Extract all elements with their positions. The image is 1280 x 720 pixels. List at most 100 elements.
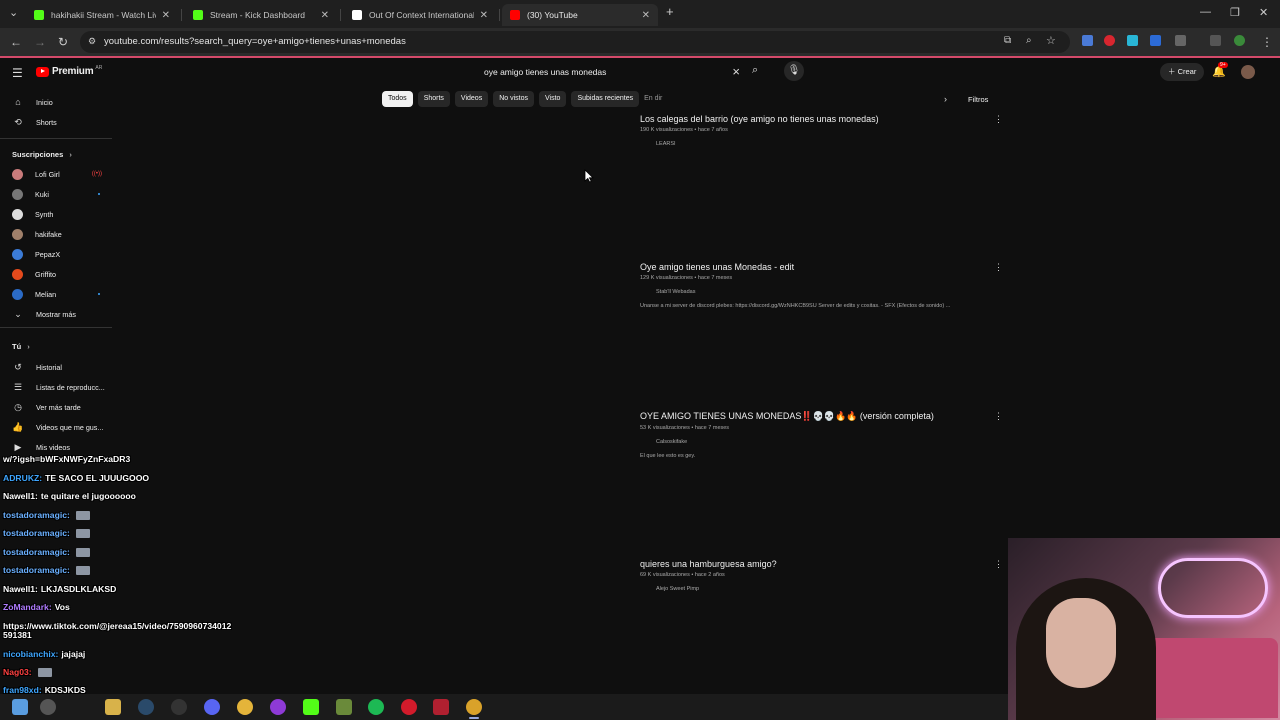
tab-close-icon[interactable]: ✕ <box>480 10 488 21</box>
maximize-icon[interactable]: ❐ <box>1230 6 1240 19</box>
address-bar[interactable]: ⚙ youtube.com/results?search_query=oye+a… <box>80 31 1070 53</box>
start-icon[interactable] <box>12 699 28 715</box>
sidebar-item-you[interactable]: ◷ Ver más tarde <box>0 397 112 417</box>
voicemeeter-icon[interactable] <box>433 699 449 715</box>
chrome-active-icon[interactable] <box>466 699 482 715</box>
site-info-icon[interactable]: ⚙ <box>88 36 96 47</box>
show-more-button[interactable]: ⌄ Mostrar más <box>0 304 112 324</box>
sidebar-subscription-item[interactable]: hakifake <box>0 224 112 244</box>
sidebar-subscription-item[interactable]: Kuki <box>0 184 112 204</box>
sidebar-item-you[interactable]: 👍 Videos que me gus... <box>0 417 112 437</box>
extension-record-icon[interactable] <box>1104 35 1115 46</box>
kick-icon[interactable] <box>303 699 319 715</box>
zoom-icon[interactable]: ⌕ <box>1026 35 1032 46</box>
tab-search-icon[interactable]: ⌄ <box>9 6 18 19</box>
more-actions-icon[interactable]: ⋮ <box>994 559 1003 570</box>
sidebar-item-you[interactable]: ☰ Listas de reproducc... <box>0 377 112 397</box>
more-actions-icon[interactable]: ⋮ <box>994 114 1003 125</box>
microphone-icon[interactable]: 🎙 <box>784 61 804 81</box>
filter-chip[interactable]: Videos <box>454 91 489 107</box>
browser-menu-icon[interactable]: ⋮ <box>1261 35 1273 49</box>
filter-chip[interactable]: No vistos <box>493 91 534 107</box>
tab-close-icon[interactable]: ✕ <box>162 10 170 21</box>
sidebar-subscription-item[interactable]: Griffito <box>0 264 112 284</box>
you-header[interactable]: Tú › <box>12 342 30 351</box>
sidepanel-icon[interactable] <box>1210 35 1221 46</box>
tab-close-icon[interactable]: ✕ <box>321 10 329 21</box>
discord-icon[interactable] <box>204 699 220 715</box>
spotify-icon[interactable] <box>368 699 384 715</box>
file-explorer-icon[interactable] <box>105 699 121 715</box>
account-avatar[interactable] <box>1241 65 1255 79</box>
more-actions-icon[interactable]: ⋮ <box>994 262 1003 273</box>
minecraft-icon[interactable] <box>336 699 352 715</box>
obs-icon[interactable] <box>171 699 187 715</box>
filter-chip[interactable]: Todos <box>382 91 413 107</box>
back-icon[interactable]: ← <box>10 35 22 49</box>
video-result[interactable]: Los calegas del barrio (oye amigo no tie… <box>640 114 1003 147</box>
close-window-icon[interactable]: ✕ <box>1259 6 1268 19</box>
sidebar-item-you[interactable]: ↺ Historial <box>0 357 112 377</box>
chevron-right-icon[interactable]: › <box>944 94 947 104</box>
canva-icon[interactable] <box>270 699 286 715</box>
extension-translate-icon[interactable] <box>1082 35 1093 46</box>
browser-tab[interactable]: (30) YouTube ✕ <box>502 4 658 26</box>
bookmark-star-icon[interactable]: ☆ <box>1046 34 1056 47</box>
guide-menu-icon[interactable]: ☰ <box>12 66 23 80</box>
tab-close-icon[interactable]: ✕ <box>642 10 650 21</box>
search-icon[interactable]: ⌕ <box>752 64 758 77</box>
browser-tab[interactable]: hakihakii Stream - Watch Live o ✕ <box>26 4 178 26</box>
filter-chip[interactable]: Shorts <box>417 91 450 107</box>
search-input[interactable]: oye amigo tienes unas monedas × <box>478 62 748 82</box>
browser-tab[interactable]: Out Of Context International ✕ <box>344 4 496 26</box>
browser-tab[interactable]: Stream - Kick Dashboard ✕ <box>185 4 337 26</box>
profile-icon[interactable] <box>1234 35 1245 46</box>
chat-message: ZoMandark: Vos <box>3 602 70 612</box>
sidebar-subscription-item[interactable]: Lofi Girl ((•)) <box>0 164 112 184</box>
forward-icon[interactable]: → <box>34 35 46 49</box>
video-title[interactable]: Los calegas del barrio (oye amigo no tie… <box>640 114 1002 124</box>
extension-wave-icon[interactable] <box>1150 35 1161 46</box>
filters-button[interactable]: Filtros <box>968 95 988 104</box>
history-icon: ↺ <box>14 361 22 372</box>
search-query-text[interactable]: oye amigo tienes unas monedas <box>484 67 606 77</box>
install-icon[interactable]: ⧉ <box>1004 35 1011 46</box>
video-title[interactable]: OYE AMIGO TIENES UNAS MONEDAS‼️💀💀🔥🔥 (ver… <box>640 411 1002 422</box>
create-button[interactable]: ＋ Crear <box>1160 63 1205 81</box>
filter-chip[interactable]: En dir <box>644 91 666 107</box>
tab-title: hakihakii Stream - Watch Live o <box>51 10 156 20</box>
steam-icon[interactable] <box>138 699 154 715</box>
opera-icon[interactable] <box>401 699 417 715</box>
extension-7tv-icon[interactable] <box>1127 35 1138 46</box>
filter-chip[interactable]: Subidas recientes <box>571 91 640 107</box>
channel-name[interactable]: LEARSI <box>656 141 1002 147</box>
video-result[interactable]: quieres una hamburguesa amigo? 69 K visua… <box>640 559 1003 592</box>
channel-name[interactable]: Alejo Sweet Pimp <box>656 586 1002 592</box>
filter-chip[interactable]: Visto <box>539 91 567 107</box>
video-result[interactable]: Oye amigo tienes unas Monedas - edit 129 … <box>640 262 1003 309</box>
clear-search-icon[interactable]: × <box>732 64 740 79</box>
new-tab-button[interactable]: + <box>666 4 674 19</box>
sidebar-subscription-item[interactable]: Synth <box>0 204 112 224</box>
minimize-icon[interactable]: — <box>1200 6 1211 18</box>
url-text[interactable]: youtube.com/results?search_query=oye+ami… <box>104 36 406 47</box>
taskbar-search-icon[interactable] <box>40 699 56 715</box>
subscriptions-header[interactable]: Suscripciones › <box>12 150 72 159</box>
reload-icon[interactable]: ↻ <box>58 35 68 49</box>
sidebar-subscription-item[interactable]: Melian <box>0 284 112 304</box>
chat-username: tostadoramagic: <box>3 565 70 575</box>
channel-name[interactable]: Stab'll Webadas <box>656 289 1002 295</box>
sidebar-item-shorts[interactable]: ⟲ Shorts <box>0 112 112 132</box>
channel-name[interactable]: Calsoskifake <box>656 439 1002 445</box>
more-actions-icon[interactable]: ⋮ <box>994 411 1003 422</box>
video-title[interactable]: Oye amigo tienes unas Monedas - edit <box>640 262 1002 272</box>
chrome-icon[interactable] <box>237 699 253 715</box>
video-result[interactable]: OYE AMIGO TIENES UNAS MONEDAS‼️💀💀🔥🔥 (ver… <box>640 411 1003 459</box>
sidebar-item-home[interactable]: ⌂ Inicio <box>0 92 112 112</box>
youtube-premium-logo[interactable]: Premium AR <box>36 65 102 77</box>
extensions-puzzle-icon[interactable] <box>1175 35 1186 46</box>
tab-favicon-icon <box>34 10 44 20</box>
browser-tab-strip: ⌄ hakihakii Stream - Watch Live o✕Stream… <box>0 0 1280 28</box>
sidebar-subscription-item[interactable]: PepazX <box>0 244 112 264</box>
video-title[interactable]: quieres una hamburguesa amigo? <box>640 559 1002 569</box>
